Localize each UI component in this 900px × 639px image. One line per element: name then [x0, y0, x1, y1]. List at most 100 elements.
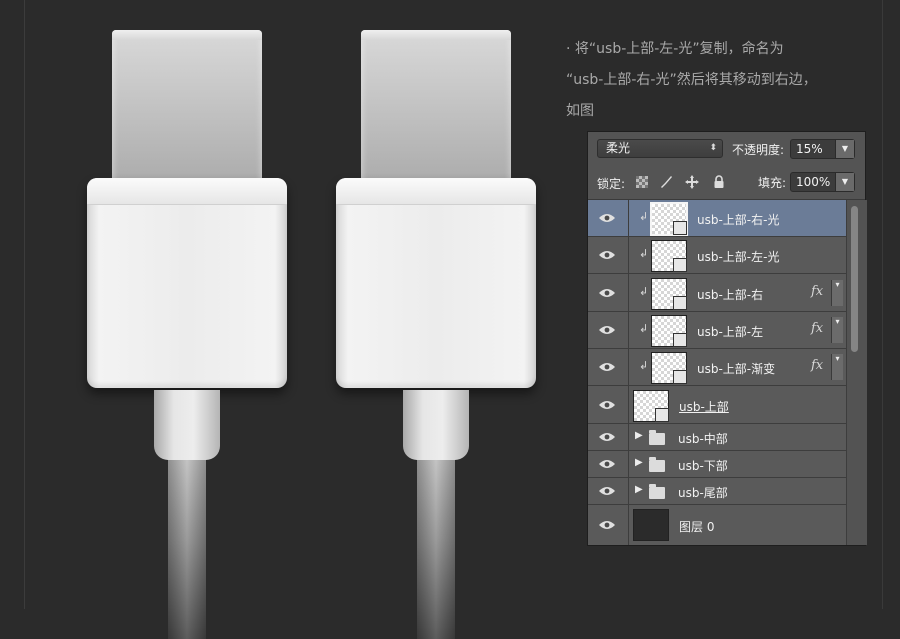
triangle-right-icon[interactable]: ▶: [635, 484, 643, 495]
layer-mask-thumbnail: [673, 221, 687, 235]
usb-metal-plug: [112, 30, 262, 192]
opacity-field[interactable]: 15% ▼: [790, 139, 855, 159]
layer-thumbnail: [650, 202, 688, 236]
visibility-cell[interactable]: [588, 478, 629, 504]
layer-thumbnail: [651, 315, 687, 347]
folder-icon: [649, 430, 665, 445]
layer-thumbnail: [651, 240, 687, 272]
visibility-cell[interactable]: [588, 424, 629, 450]
layer-name: usb-上部: [679, 400, 729, 414]
clip-arrow-icon: ↲: [639, 210, 649, 223]
group-name: usb-中部: [678, 432, 728, 446]
opacity-value: 15%: [796, 142, 823, 156]
group-row[interactable]: ▶ usb-下部: [588, 451, 846, 478]
eye-icon[interactable]: [599, 325, 615, 335]
layer-effects-fx-icon[interactable]: fx: [811, 284, 823, 299]
eye-icon[interactable]: [599, 250, 615, 260]
fill-field[interactable]: 100% ▼: [790, 172, 855, 192]
layer-row[interactable]: 图层 0: [588, 505, 846, 545]
eye-icon[interactable]: [599, 486, 615, 496]
visibility-cell[interactable]: [588, 312, 629, 348]
expand-effects-icon[interactable]: ▾: [831, 280, 843, 306]
lock-fill-row: 锁定: 填充: 100% ▼: [588, 166, 865, 200]
layer-name: usb-上部-右-光: [697, 213, 780, 227]
layers-scrollbar[interactable]: [846, 200, 867, 545]
page-left-rule: [24, 0, 25, 609]
layer-mask-thumbnail: [655, 408, 669, 422]
fill-label: 填充:: [758, 176, 787, 190]
lock-transparent-pixels-icon[interactable]: [635, 175, 649, 189]
visibility-cell[interactable]: [588, 349, 629, 385]
folder-icon: [649, 457, 665, 472]
visibility-cell[interactable]: [588, 237, 629, 273]
layer-effects-fx-icon[interactable]: fx: [811, 321, 823, 336]
layer-mask-thumbnail: [673, 370, 687, 384]
layer-thumbnail: [633, 390, 669, 422]
blend-opacity-row: 柔光 ⬍ 不透明度: 15% ▼: [588, 132, 865, 167]
visibility-cell[interactable]: [588, 274, 629, 311]
triangle-right-icon[interactable]: ▶: [635, 430, 643, 441]
opacity-dropdown-icon[interactable]: ▼: [835, 140, 854, 158]
eye-icon[interactable]: [599, 400, 615, 410]
layer-name: 图层 0: [679, 520, 715, 534]
fill-dropdown-icon[interactable]: ▼: [835, 173, 854, 191]
layer-mask-thumbnail: [673, 296, 687, 310]
layer-row[interactable]: ↲ usb-上部-左-光: [588, 237, 846, 274]
triangle-right-icon[interactable]: ▶: [635, 457, 643, 468]
scrollbar-thumb[interactable]: [851, 206, 858, 352]
blend-mode-select[interactable]: 柔光 ⬍: [597, 139, 723, 158]
eye-icon[interactable]: [599, 213, 615, 223]
layer-row[interactable]: ↲ usb-上部-右 fx ▾: [588, 274, 846, 312]
layer-thumbnail: [633, 509, 669, 541]
clip-arrow-icon: ↲: [639, 359, 649, 372]
usb-white-head: [87, 178, 287, 388]
visibility-cell[interactable]: [588, 200, 629, 236]
layer-row[interactable]: usb-上部: [588, 386, 846, 424]
layer-name: usb-上部-渐变: [697, 362, 776, 376]
lock-image-pixels-brush-icon[interactable]: [659, 175, 673, 189]
group-row[interactable]: ▶ usb-尾部: [588, 478, 846, 505]
eye-icon[interactable]: [599, 432, 615, 442]
eye-icon[interactable]: [599, 362, 615, 372]
usb-white-head: [336, 178, 536, 388]
page-right-rule: [882, 0, 883, 609]
group-row[interactable]: ▶ usb-中部: [588, 424, 846, 451]
usb-metal-plug: [361, 30, 511, 192]
layer-row[interactable]: ↲ usb-上部-右-光: [588, 200, 846, 237]
eye-icon[interactable]: [599, 459, 615, 469]
caption-line-3: 如图: [566, 103, 594, 119]
clip-arrow-icon: ↲: [639, 247, 649, 260]
usb-collar: [154, 390, 220, 460]
visibility-cell[interactable]: [588, 386, 629, 423]
lock-label: 锁定:: [597, 177, 626, 191]
fill-value: 100%: [796, 175, 831, 189]
usb-connector-right: [336, 30, 536, 639]
folder-icon: [649, 484, 665, 499]
lock-position-move-icon[interactable]: [685, 175, 699, 189]
clip-arrow-icon: ↲: [639, 322, 649, 335]
eye-icon[interactable]: [599, 288, 615, 298]
layer-name: usb-上部-右: [697, 288, 764, 302]
layer-mask-thumbnail: [673, 333, 687, 347]
group-name: usb-下部: [678, 459, 728, 473]
caption-line-2: “usb-上部-右-光”然后将其移动到右边，: [566, 72, 817, 88]
instruction-caption: · 将“usb-上部-左-光”复制，命名为 “usb-上部-右-光”然后将其移动…: [566, 34, 866, 127]
layer-name: usb-上部-左-光: [697, 250, 780, 264]
layer-row[interactable]: ↲ usb-上部-左 fx ▾: [588, 312, 846, 349]
expand-effects-icon[interactable]: ▾: [831, 317, 843, 343]
expand-effects-icon[interactable]: ▾: [831, 354, 843, 380]
usb-collar: [403, 390, 469, 460]
layer-effects-fx-icon[interactable]: fx: [811, 358, 823, 373]
usb-cable: [168, 460, 206, 639]
layer-mask-thumbnail: [673, 258, 687, 272]
layers-panel: 柔光 ⬍ 不透明度: 15% ▼ 锁定: 填充: 100% ▼ ↲ usb-上部…: [587, 131, 867, 546]
layer-name: usb-上部-左: [697, 325, 764, 339]
layer-thumbnail: [651, 278, 687, 310]
visibility-cell[interactable]: [588, 505, 629, 545]
lock-all-padlock-icon[interactable]: [712, 175, 726, 189]
eye-icon[interactable]: [599, 520, 615, 530]
caption-line-1: · 将“usb-上部-左-光”复制，命名为: [566, 41, 784, 57]
visibility-cell[interactable]: [588, 451, 629, 477]
layer-row[interactable]: ↲ usb-上部-渐变 fx ▾: [588, 349, 846, 386]
opacity-label: 不透明度:: [732, 143, 785, 157]
